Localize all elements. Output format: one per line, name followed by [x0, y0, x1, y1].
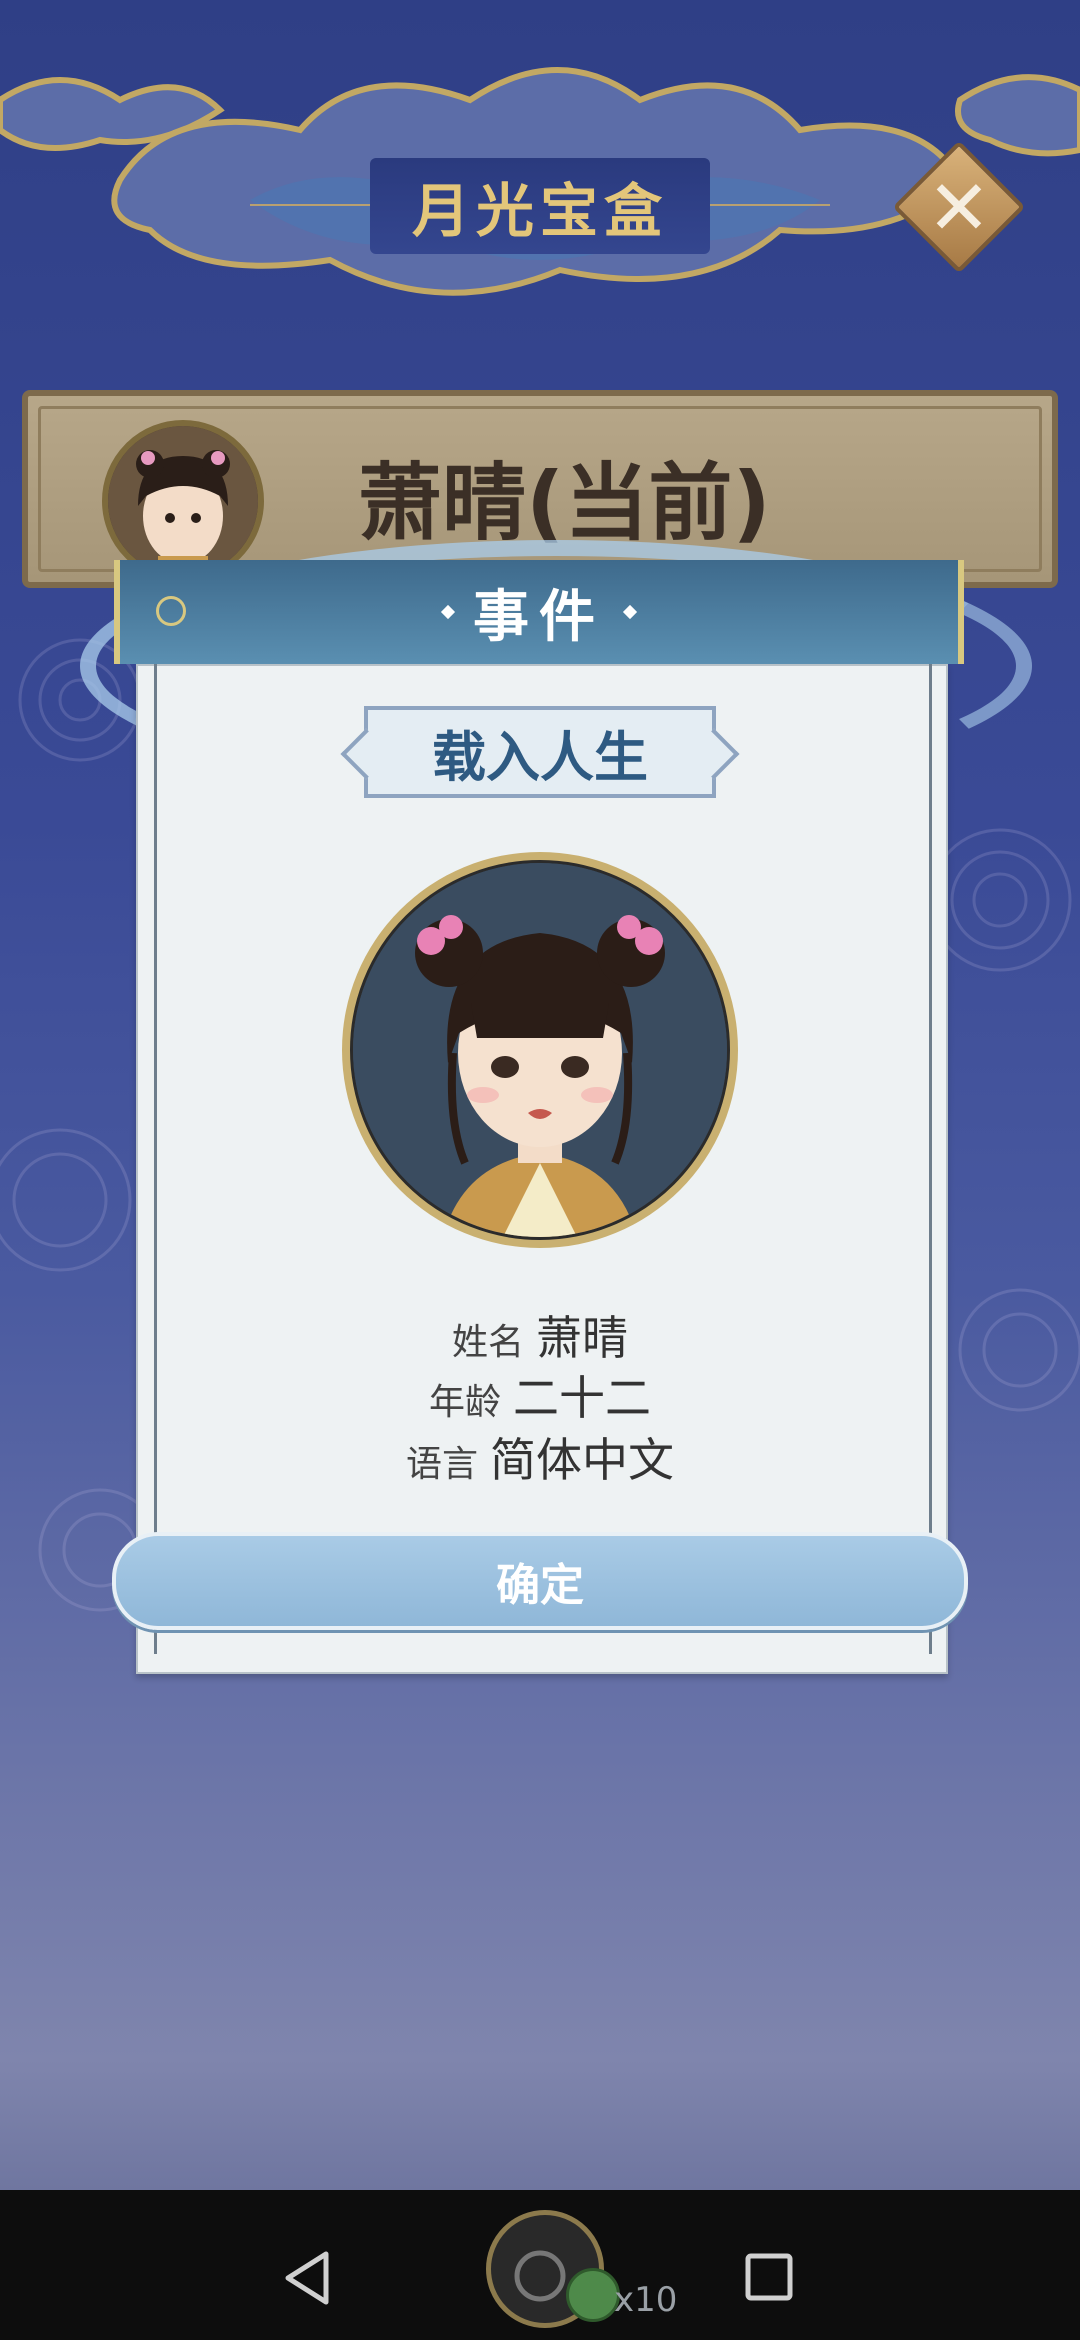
page-title-plate: 月光宝盒: [370, 158, 710, 254]
event-header: 事件: [114, 560, 964, 664]
profile-name: 萧晴(当前): [358, 454, 771, 552]
event-subtitle-plate: 载入人生: [364, 706, 716, 798]
multiplier-badge: x10: [614, 2280, 678, 2320]
confirm-label: 确定: [496, 1560, 584, 1611]
name-label: 姓名: [451, 1322, 524, 1363]
name-value: 萧晴: [536, 1311, 628, 1365]
age-value: 二十二: [513, 1371, 651, 1425]
diamond-icon: [440, 604, 456, 620]
header: 月光宝盒 ✕: [0, 0, 1080, 380]
character-portrait: [342, 852, 738, 1248]
info-row-language: 语言 简体中文: [150, 1424, 930, 1490]
language-label: 语言: [405, 1444, 478, 1485]
event-title: 事件: [473, 584, 605, 650]
diamond-icon: [622, 604, 638, 620]
ring-icon: [156, 596, 186, 626]
recents-icon[interactable]: [744, 2252, 794, 2302]
back-icon[interactable]: [282, 2250, 332, 2306]
info-row-age: 年龄 二十二: [150, 1362, 930, 1428]
language-value: 简体中文: [490, 1433, 674, 1487]
close-icon[interactable]: ✕: [916, 163, 1002, 252]
age-label: 年龄: [428, 1382, 501, 1423]
event-subtitle: 载入人生: [432, 725, 648, 789]
info-row-name: 姓名 萧晴: [150, 1302, 930, 1368]
profile-avatar: [102, 420, 264, 582]
page-title: 月光宝盒: [411, 177, 668, 245]
confirm-button[interactable]: 确定: [112, 1532, 968, 1630]
coin-icon: [566, 2268, 620, 2322]
